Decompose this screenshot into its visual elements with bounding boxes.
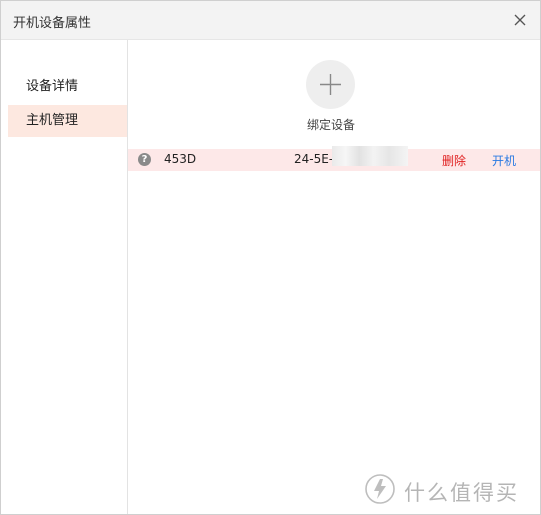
- window-title: 开机设备属性: [13, 16, 92, 31]
- watermark: 什么值得买: [364, 472, 530, 506]
- close-icon: [514, 14, 526, 26]
- add-device-label[interactable]: 绑定设备: [298, 116, 364, 133]
- sidebar: 设备详情 主机管理: [1, 40, 128, 514]
- device-properties-window: 开机设备属性 设备详情 主机管理 绑定设备 ? 453D 24-5E- 删除 开…: [0, 0, 541, 515]
- watermark-text: 什么值得买: [404, 481, 519, 505]
- table-row: ? 453D 24-5E- 删除 开机: [128, 146, 540, 171]
- sidebar-item-label: 主机管理: [26, 113, 79, 128]
- mac-redaction-blur: [332, 146, 408, 166]
- add-device-button[interactable]: [306, 60, 355, 109]
- title-bar: 开机设备属性: [1, 1, 540, 40]
- question-mark-icon[interactable]: ?: [138, 153, 151, 166]
- plus-icon: [320, 74, 341, 95]
- device-mac: 24-5E-: [294, 152, 334, 166]
- delete-device-link[interactable]: 删除: [442, 152, 466, 169]
- close-button[interactable]: [510, 10, 530, 30]
- main-panel: 绑定设备 ? 453D 24-5E- 删除 开机: [128, 40, 540, 514]
- device-name: 453D: [164, 152, 197, 166]
- sidebar-item-label: 设备详情: [26, 79, 79, 94]
- sidebar-item-device-details[interactable]: 设备详情: [8, 71, 127, 103]
- watermark-logo-icon: [365, 474, 395, 504]
- sidebar-item-host-management[interactable]: 主机管理: [8, 105, 127, 137]
- power-on-link[interactable]: 开机: [492, 152, 516, 169]
